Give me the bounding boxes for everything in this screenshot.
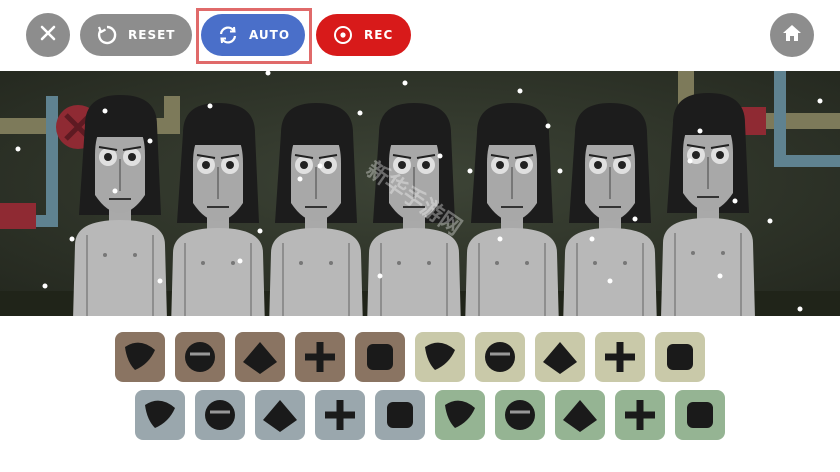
auto-button[interactable]: AUTO <box>201 14 305 56</box>
snowflake <box>42 283 48 289</box>
refresh-icon <box>217 24 239 46</box>
snowflake <box>687 158 693 164</box>
snowflake <box>317 163 323 169</box>
melody-5-icon[interactable] <box>375 390 425 440</box>
effect-4-icon[interactable] <box>595 332 645 382</box>
record-icon <box>332 24 354 46</box>
snowflake <box>497 236 503 242</box>
snowflake <box>15 146 21 152</box>
close-icon <box>38 23 58 47</box>
effect-2-icon[interactable] <box>475 332 525 382</box>
snowflake <box>402 80 408 86</box>
snowflake <box>607 278 613 284</box>
snowflake <box>297 176 303 182</box>
snowflake <box>632 216 638 222</box>
melody-1-icon[interactable] <box>135 390 185 440</box>
melody-4-icon[interactable] <box>315 390 365 440</box>
top-bar: RESET AUTO REC <box>0 0 840 177</box>
reset-icon <box>96 24 118 46</box>
snowflake <box>157 278 163 284</box>
auto-label: AUTO <box>249 28 291 42</box>
effect-5-icon[interactable] <box>655 332 705 382</box>
snowflake <box>437 153 443 159</box>
reset-button[interactable]: RESET <box>80 14 192 56</box>
voice-3-icon[interactable] <box>555 390 605 440</box>
reset-label: RESET <box>128 28 176 42</box>
voice-5-icon[interactable] <box>675 390 725 440</box>
snowflake <box>69 236 75 242</box>
snowflake <box>589 236 595 242</box>
snowflake <box>732 198 738 204</box>
snowflake <box>697 128 703 134</box>
snowflake <box>767 218 773 224</box>
home-icon <box>781 22 803 48</box>
melody-2-icon[interactable] <box>195 390 245 440</box>
stage: 新华手游网 <box>0 71 840 316</box>
home-button[interactable] <box>770 13 814 57</box>
beat-4-icon[interactable] <box>295 332 345 382</box>
beat-2-icon[interactable] <box>175 332 225 382</box>
snowflake <box>377 273 383 279</box>
rec-label: REC <box>364 28 394 42</box>
snowflake <box>517 88 523 94</box>
close-button[interactable] <box>26 13 70 57</box>
beat-1-icon[interactable] <box>115 332 165 382</box>
rec-button[interactable]: REC <box>316 14 411 56</box>
snowflake <box>237 258 243 264</box>
melody-3-icon[interactable] <box>255 390 305 440</box>
effect-3-icon[interactable] <box>535 332 585 382</box>
beat-3-icon[interactable] <box>235 332 285 382</box>
snowflake <box>265 71 271 76</box>
beat-5-icon[interactable] <box>355 332 405 382</box>
snowflake <box>102 108 108 114</box>
snowflake <box>147 138 153 144</box>
voice-1-icon[interactable] <box>435 390 485 440</box>
snowflake <box>112 188 118 194</box>
snowflake <box>797 306 803 312</box>
snowflake <box>357 110 363 116</box>
snowflake <box>545 123 551 129</box>
snowflake <box>817 98 823 104</box>
snowflake <box>257 228 263 234</box>
sound-icon-tray <box>0 316 840 472</box>
snowflake <box>467 168 473 174</box>
snowflake <box>557 168 563 174</box>
snowflake <box>207 103 213 109</box>
effect-1-icon[interactable] <box>415 332 465 382</box>
voice-4-icon[interactable] <box>615 390 665 440</box>
snowflake <box>717 273 723 279</box>
voice-2-icon[interactable] <box>495 390 545 440</box>
